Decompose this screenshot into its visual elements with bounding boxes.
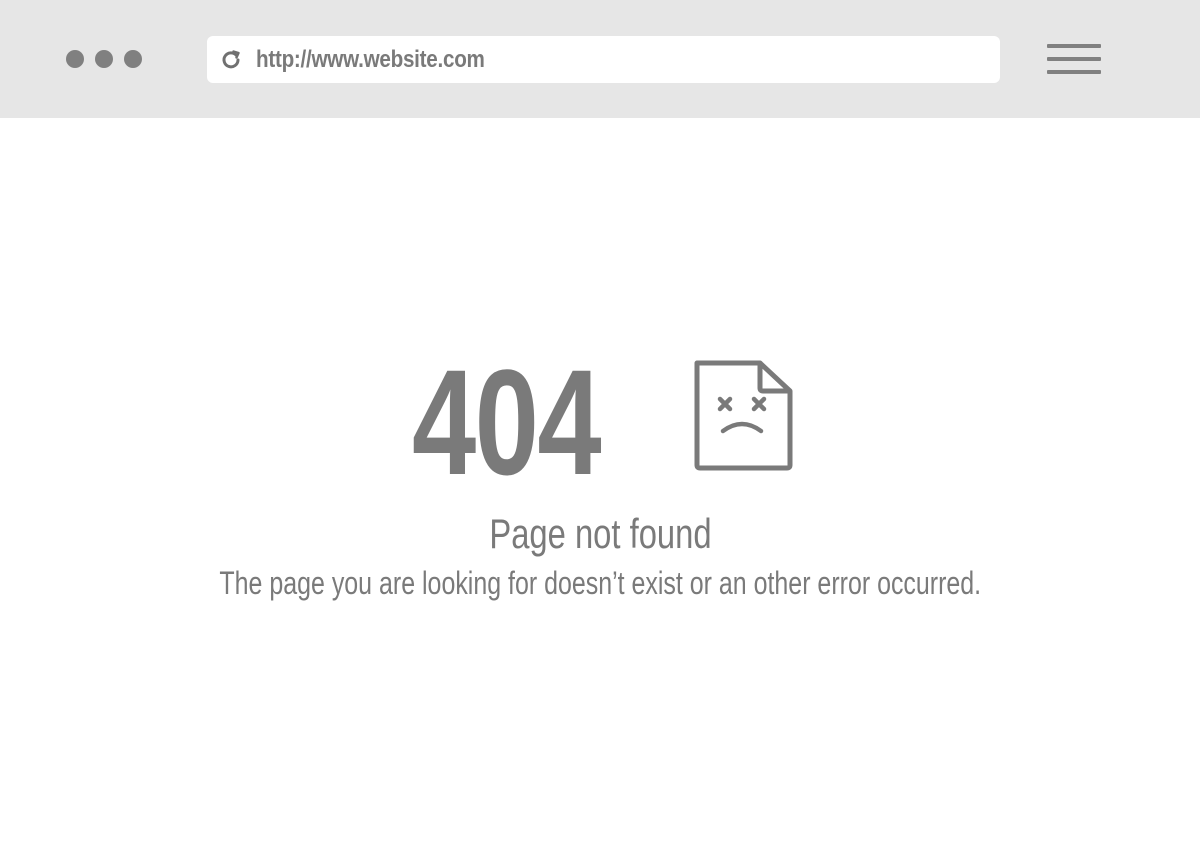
url-text[interactable]: http://www.website.com [256, 46, 485, 74]
window-control-dot[interactable] [124, 50, 142, 68]
error-title-text: Page not found [488, 510, 712, 557]
error-title: Page not found [0, 510, 1200, 558]
menu-line [1047, 57, 1101, 61]
error-message-text: The page you are looking for doesn’t exi… [219, 565, 981, 601]
broken-file-icon [692, 359, 794, 471]
browser-toolbar: http://www.website.com [0, 0, 1200, 118]
error-hero: 404 [0, 347, 1200, 497]
window-controls [66, 50, 142, 68]
menu-line [1047, 44, 1101, 48]
error-code: 404 [412, 338, 602, 506]
menu-line [1047, 70, 1101, 74]
error-message: The page you are looking for doesn’t exi… [0, 565, 1200, 602]
reload-icon[interactable] [219, 48, 243, 72]
address-bar[interactable]: http://www.website.com [207, 36, 1000, 83]
hamburger-menu-icon[interactable] [1047, 44, 1101, 74]
window-control-dot[interactable] [66, 50, 84, 68]
window-control-dot[interactable] [95, 50, 113, 68]
